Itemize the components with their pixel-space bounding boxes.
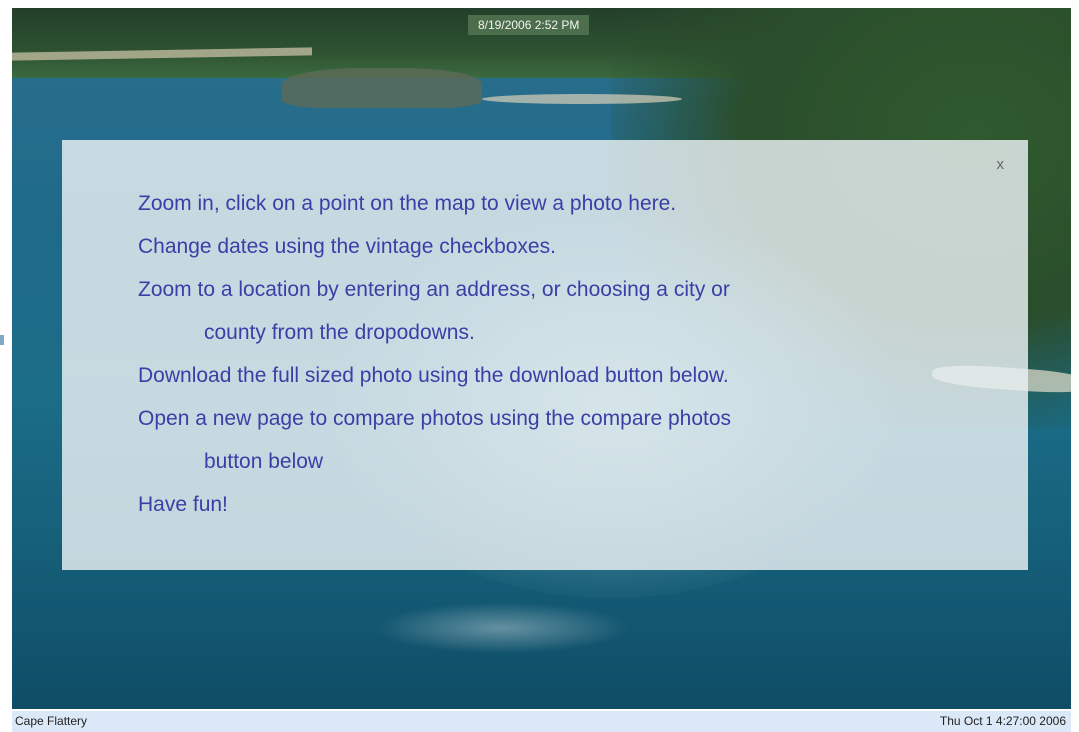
- instruction-line-continued: button below: [204, 450, 324, 473]
- instruction-line: Have fun!: [138, 493, 228, 516]
- instruction-line-continued: county from the dropodowns.: [204, 321, 475, 344]
- close-icon[interactable]: x: [997, 156, 1005, 173]
- instruction-line: Change dates using the vintage checkboxe…: [138, 235, 556, 258]
- instruction-line: Download the full sized photo using the …: [138, 364, 729, 387]
- instruction-line: Zoom to a location by entering an addres…: [138, 278, 730, 301]
- photo-headland: [282, 68, 482, 108]
- instruction-line: Open a new page to compare photos using …: [138, 407, 732, 430]
- photo-date-badge: 8/19/2006 2:52 PM: [468, 15, 590, 35]
- status-bar: Cape Flattery Thu Oct 1 4:27:00 2006: [12, 711, 1071, 732]
- aerial-photo-viewer[interactable]: 8/19/2006 2:52 PM x Zoom in, click on a …: [12, 8, 1071, 709]
- photo-beach-center: [482, 94, 682, 104]
- location-name: Cape Flattery: [15, 714, 88, 728]
- instruction-line: Zoom in, click on a point on the map to …: [138, 192, 677, 215]
- photo-surf: [352, 598, 652, 658]
- instructions-panel: x Zoom in, click on a point on the map t…: [62, 140, 1028, 570]
- instructions-text: Zoom in, click on a point on the map to …: [62, 140, 1028, 526]
- map-edge-marker: [0, 335, 4, 345]
- status-timestamp: Thu Oct 1 4:27:00 2006: [939, 714, 1066, 728]
